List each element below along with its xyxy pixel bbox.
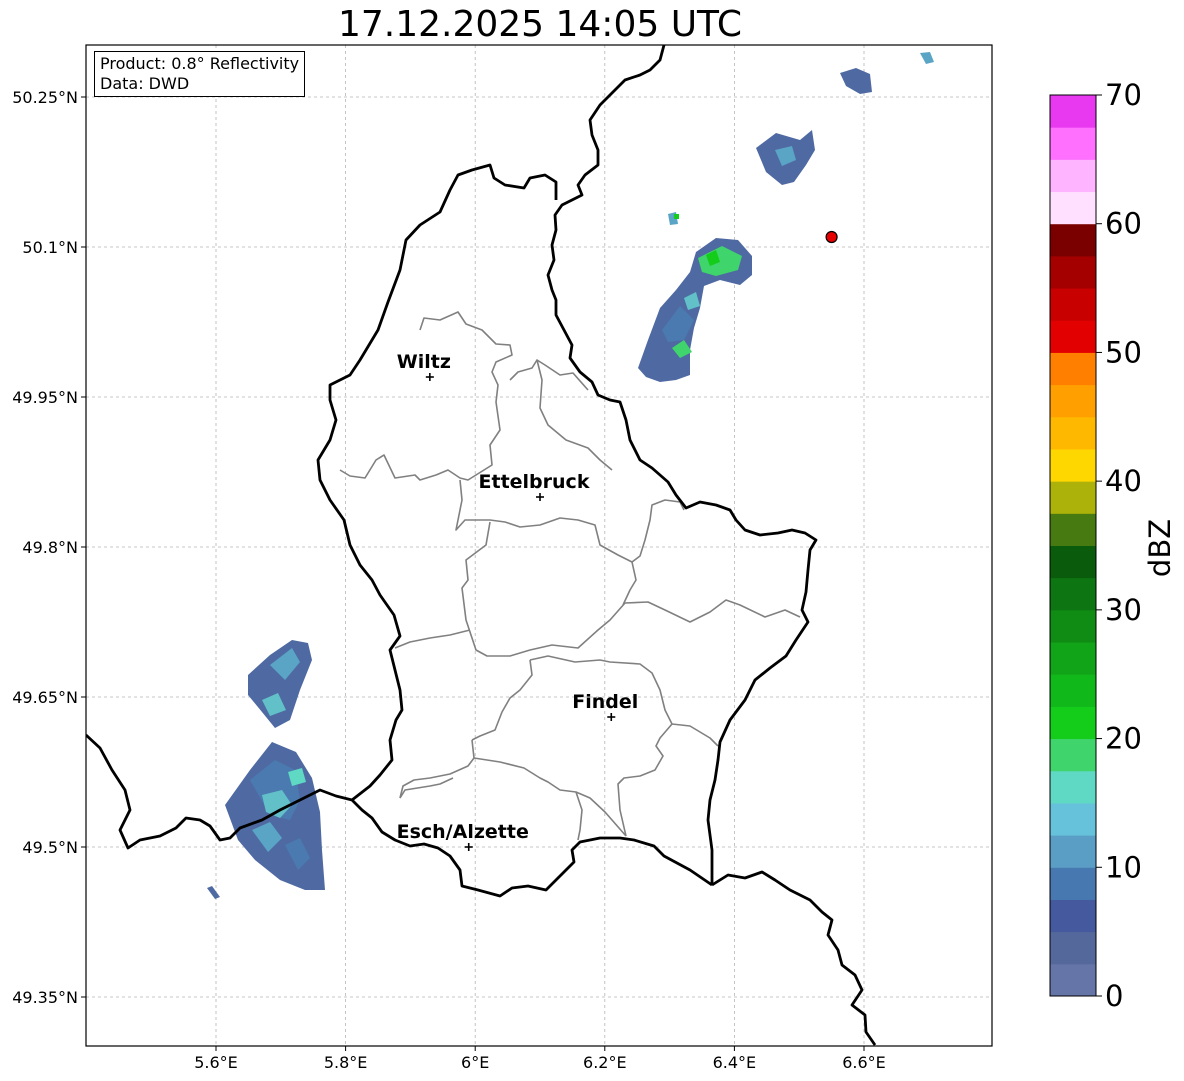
colorbar-swatch bbox=[1050, 416, 1096, 450]
colorbar-swatch bbox=[1050, 867, 1096, 900]
colorbar-swatch bbox=[1050, 288, 1096, 321]
x-tick-label: 5.6°E bbox=[194, 1053, 238, 1072]
x-tick-label: 6.6°E bbox=[842, 1053, 886, 1072]
x-tick-label: 6.2°E bbox=[583, 1053, 627, 1072]
colorbar-swatch bbox=[1050, 577, 1096, 611]
colorbar-tick-label: 0 bbox=[1105, 979, 1123, 1013]
y-tick-label: 49.35°N bbox=[12, 988, 78, 1007]
colorbar-swatch bbox=[1050, 963, 1096, 997]
colorbar-swatch bbox=[1050, 835, 1096, 868]
data-source-label: Data: DWD bbox=[100, 74, 190, 93]
map-area bbox=[86, 45, 992, 1046]
colorbar-swatch bbox=[1050, 545, 1096, 579]
y-tick-label: 49.95°N bbox=[12, 388, 78, 407]
city-label: Findel bbox=[572, 691, 638, 713]
colorbar-tick-label: 60 bbox=[1105, 207, 1142, 241]
y-tick-label: 50.1°N bbox=[22, 238, 78, 257]
colorbar-swatch bbox=[1050, 931, 1096, 965]
y-tick-label: 49.5°N bbox=[22, 838, 78, 857]
colorbar-swatch bbox=[1050, 159, 1096, 193]
colorbar-tick-label: 50 bbox=[1105, 335, 1142, 369]
colorbar-swatch bbox=[1050, 320, 1096, 353]
colorbar-swatch bbox=[1050, 255, 1096, 289]
city-label: Wiltz bbox=[397, 351, 451, 373]
x-tick-label: 6°E bbox=[461, 1053, 489, 1072]
colorbar-swatch bbox=[1050, 642, 1096, 675]
colorbar-swatch bbox=[1050, 899, 1096, 933]
colorbar: 0 10 20 30 40 50 60 70 dBZ bbox=[1049, 78, 1177, 1013]
radar-site-marker bbox=[825, 230, 838, 244]
colorbar-swatch bbox=[1050, 95, 1096, 128]
y-tick-label: 50.25°N bbox=[12, 88, 78, 107]
x-tick-label: 5.8°E bbox=[324, 1053, 368, 1072]
colorbar-swatch bbox=[1050, 513, 1096, 546]
colorbar-tick-label: 30 bbox=[1105, 593, 1142, 627]
x-tick-label: 6.4°E bbox=[713, 1053, 757, 1072]
city-label: Esch/Alzette bbox=[397, 821, 529, 843]
colorbar-swatch bbox=[1050, 609, 1096, 643]
colorbar-tick-label: 70 bbox=[1105, 78, 1142, 112]
colorbar-swatch bbox=[1050, 352, 1096, 386]
colorbar-swatch bbox=[1050, 738, 1096, 772]
colorbar-swatch bbox=[1050, 802, 1096, 836]
colorbar-swatch bbox=[1050, 706, 1096, 740]
radar-map: Wiltz Ettelbruck Findel Esch/Alzette 5.6°E 5… bbox=[12, 44, 1177, 1072]
colorbar-tick-label: 10 bbox=[1105, 850, 1142, 884]
city-label: Ettelbruck bbox=[479, 471, 590, 493]
y-tick-label: 49.65°N bbox=[12, 688, 78, 707]
colorbar-tick-label: 20 bbox=[1105, 722, 1142, 756]
colorbar-swatch bbox=[1050, 770, 1096, 804]
y-tick-label: 49.8°N bbox=[22, 538, 78, 557]
colorbar-swatch bbox=[1050, 481, 1096, 514]
colorbar-tick-label: 40 bbox=[1105, 464, 1142, 498]
product-info-box: Product: 0.8° Reflectivity Data: DWD bbox=[94, 51, 306, 97]
colorbar-swatch bbox=[1050, 223, 1096, 257]
colorbar-swatch bbox=[1050, 448, 1096, 482]
product-label: Product: 0.8° Reflectivity bbox=[100, 54, 300, 73]
colorbar-label: dBZ bbox=[1143, 519, 1177, 577]
colorbar-swatch bbox=[1050, 384, 1096, 418]
colorbar-swatch bbox=[1050, 191, 1096, 225]
colorbar-swatch bbox=[1050, 674, 1096, 707]
colorbar-swatch bbox=[1050, 127, 1096, 160]
